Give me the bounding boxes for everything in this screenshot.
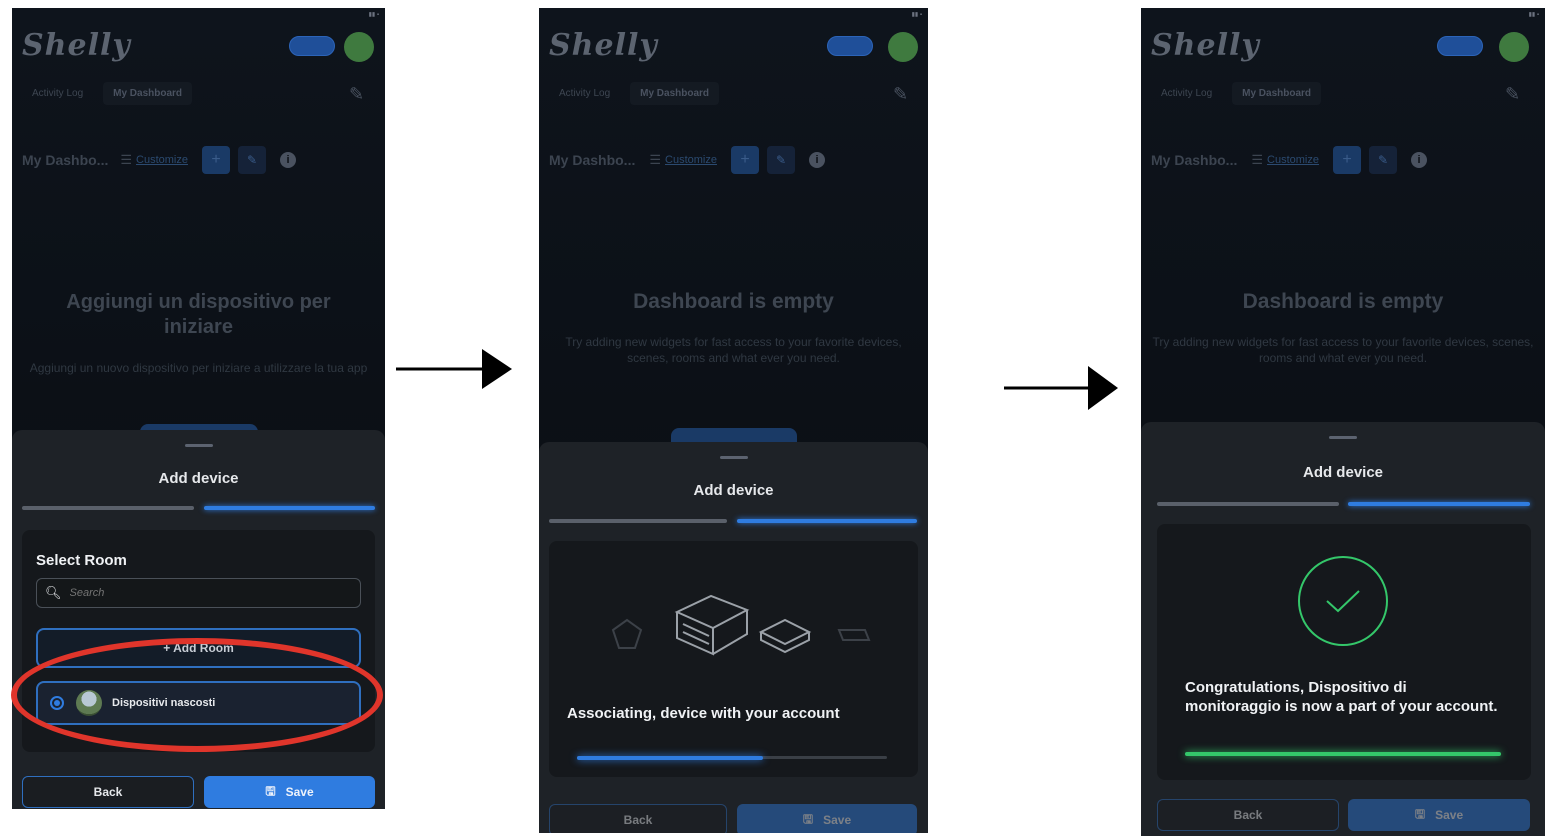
empty-subtitle: Try adding new widgets for fast access t… — [565, 335, 902, 365]
save-button[interactable]: 🖫 Save — [204, 776, 375, 808]
status-bar: ▮▮ ▪ — [1528, 12, 1539, 18]
customize-link[interactable]: Customize — [136, 154, 188, 166]
save-button[interactable]: 🖫 Save — [737, 804, 917, 833]
save-label: Save — [1435, 808, 1464, 822]
info-icon[interactable]: i — [279, 152, 296, 168]
save-disk-icon: 🖫 — [802, 811, 814, 826]
sheet-title: Add device — [158, 470, 239, 487]
avatar[interactable] — [888, 32, 918, 62]
check-icon — [1326, 590, 1360, 613]
customize-link[interactable]: Customize — [1267, 154, 1319, 166]
info-icon[interactable]: i — [808, 152, 825, 168]
add-device-sheet: Add device Select Room 🔍︎ + Add Room Dis… — [12, 430, 385, 809]
add-widget-button[interactable]: + — [1332, 146, 1361, 174]
dashboard-name: My Dashbo... — [549, 152, 636, 168]
customize-icon: ☰ — [120, 152, 133, 167]
sheet-title: Add device — [1302, 464, 1384, 481]
customize-link[interactable]: Customize — [665, 154, 717, 166]
empty-title: Aggiungi un dispositivo per iniziare — [66, 291, 331, 338]
arrow-right-icon — [1004, 366, 1118, 410]
dashboard-toolbar: My Dashbo... ☰ Customize + ✎ i — [549, 142, 918, 178]
step-progress-current — [737, 519, 917, 523]
screen-associating: ▮▮ ▪ Shelly Activity Log My Dashboard ✎ … — [539, 8, 928, 833]
back-button[interactable]: Back — [549, 804, 727, 833]
pencil-icon[interactable]: ✎ — [1505, 84, 1520, 105]
step-progress-current — [1348, 502, 1530, 506]
success-circle — [1298, 556, 1388, 646]
back-button[interactable]: Back — [1157, 799, 1339, 831]
empty-title: Dashboard is empty — [1242, 290, 1444, 313]
dashboard-tabs: Activity Log My Dashboard — [1151, 82, 1322, 105]
shelly-logo: Shelly — [549, 28, 658, 63]
sheet-handle[interactable] — [1329, 436, 1357, 439]
empty-subtitle: Try adding new widgets for fast access t… — [1152, 335, 1534, 365]
status-message: Associating, device with your account — [567, 705, 840, 722]
edit-widget-button[interactable]: ✎ — [237, 146, 266, 174]
customize-icon: ☰ — [1251, 152, 1264, 167]
dashboard-tabs: Activity Log My Dashboard — [22, 82, 193, 105]
rooms-toggle-button[interactable] — [1437, 36, 1483, 56]
step-progress-done — [549, 519, 727, 523]
tab-activity-log[interactable]: Activity Log — [22, 82, 93, 105]
shelly-logo: Shelly — [1151, 28, 1260, 63]
save-label: Save — [823, 813, 852, 827]
tab-activity-log[interactable]: Activity Log — [1151, 82, 1222, 105]
rooms-toggle-button[interactable] — [827, 36, 873, 56]
avatar[interactable] — [344, 32, 374, 62]
rooms-toggle-button[interactable] — [289, 36, 335, 56]
sheet-title: Add device — [693, 482, 774, 499]
step-progress-current — [204, 506, 375, 510]
search-icon: 🔍︎ — [45, 585, 62, 600]
save-disk-icon: 🖫 — [1414, 806, 1426, 821]
dashboard-name: My Dashbo... — [22, 152, 109, 168]
search-field[interactable]: 🔍︎ — [36, 578, 361, 608]
back-button[interactable]: Back — [22, 776, 194, 808]
sheet-handle[interactable] — [719, 456, 748, 459]
step-progress-done — [22, 506, 194, 510]
tab-activity-log[interactable]: Activity Log — [549, 82, 620, 105]
add-device-sheet: Add device Congratulations, Dispositivo … — [1141, 422, 1545, 836]
tab-my-dashboard[interactable]: My Dashboard — [103, 82, 193, 105]
dashboard-toolbar: My Dashbo... ☰ Customize + ✎ i — [22, 142, 375, 178]
status-bar: ▮▮ ▪ — [911, 12, 922, 18]
status-bar: ▮▮ ▪ — [368, 12, 379, 18]
add-widget-button[interactable]: + — [730, 146, 759, 174]
status-message: Congratulations, Dispositivo di monitora… — [1185, 679, 1498, 715]
save-disk-icon: 🖫 — [265, 783, 276, 798]
search-input[interactable] — [69, 587, 270, 599]
tab-my-dashboard[interactable]: My Dashboard — [1232, 82, 1322, 105]
edit-widget-button[interactable]: ✎ — [766, 146, 795, 174]
dashboard-name: My Dashbo... — [1151, 152, 1238, 168]
shelly-logo: Shelly — [22, 28, 131, 63]
avatar[interactable] — [1499, 32, 1529, 62]
add-widget-button[interactable]: + — [201, 146, 230, 174]
pencil-icon[interactable]: ✎ — [893, 84, 908, 105]
step-progress-done — [1157, 502, 1339, 506]
device-illustration — [611, 594, 871, 656]
empty-subtitle: Aggiungi un nuovo dispositivo per inizia… — [29, 361, 368, 375]
dashboard-tabs: Activity Log My Dashboard — [549, 82, 720, 105]
edit-widget-button[interactable]: ✎ — [1368, 146, 1397, 174]
empty-title: Dashboard is empty — [633, 290, 834, 313]
save-label: Save — [285, 785, 314, 799]
arrow-right-icon — [396, 349, 512, 389]
pencil-icon[interactable]: ✎ — [349, 84, 364, 105]
customize-icon: ☰ — [649, 152, 662, 167]
select-room-title: Select Room — [36, 552, 127, 569]
association-progress-fill — [577, 756, 763, 760]
tab-my-dashboard[interactable]: My Dashboard — [630, 82, 720, 105]
dashboard-toolbar: My Dashbo... ☰ Customize + ✎ i — [1151, 142, 1535, 178]
info-icon[interactable]: i — [1410, 152, 1427, 168]
save-button[interactable]: 🖫 Save — [1348, 799, 1530, 831]
association-progress-fill — [1185, 752, 1501, 756]
highlight-ellipse — [11, 638, 383, 752]
sheet-handle[interactable] — [184, 444, 213, 447]
screen-success: ▮▮ ▪ Shelly Activity Log My Dashboard ✎ … — [1141, 8, 1545, 836]
add-device-sheet: Add device Associating, device with your… — [539, 442, 928, 833]
